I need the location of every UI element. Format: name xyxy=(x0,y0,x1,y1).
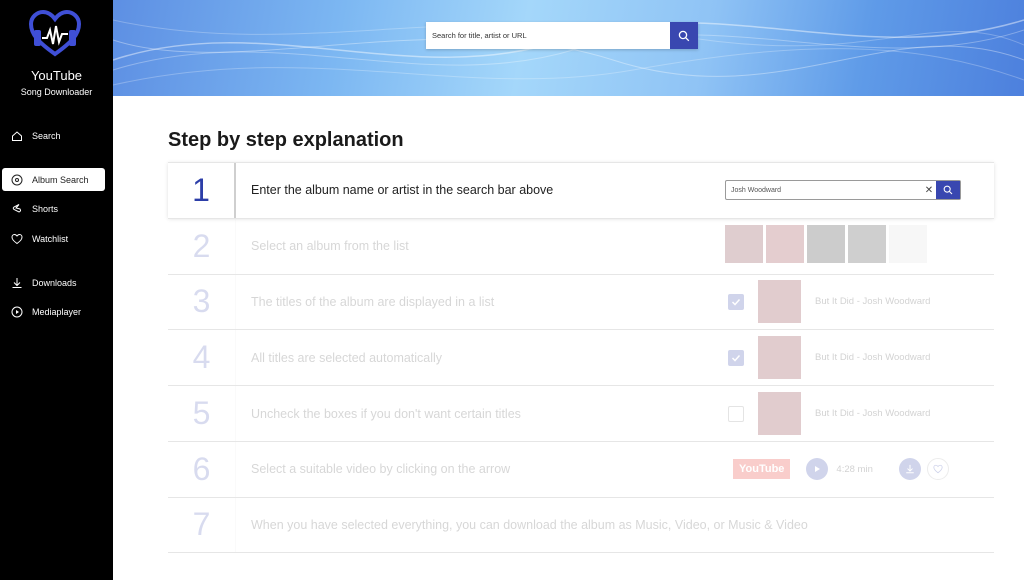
sidebar-item-album-search[interactable]: Album Search xyxy=(2,168,105,191)
sidebar-item-label: Mediaplayer xyxy=(32,306,82,317)
disc-icon xyxy=(11,174,23,186)
search-bar xyxy=(426,22,698,49)
album-thumbnail xyxy=(848,224,886,263)
step-row: 2 Select an album from the list xyxy=(168,217,994,274)
video-duration: 4:28 min xyxy=(836,463,873,475)
example-track-row: But It Did - Josh Woodward xyxy=(728,330,930,385)
step-text: All titles are selected automatically xyxy=(251,350,443,365)
track-title: But It Did - Josh Woodward xyxy=(815,352,931,364)
example-album-list xyxy=(725,224,927,280)
step-row: 7 When you have selected everything, you… xyxy=(168,496,994,553)
track-title: But It Did - Josh Woodward xyxy=(815,408,931,420)
heart-icon xyxy=(11,233,23,245)
sidebar-item-label: Album Search xyxy=(32,174,89,185)
step-number: 1 xyxy=(168,163,236,218)
sidebar-item-search[interactable]: Search xyxy=(2,124,105,147)
example-search-button xyxy=(936,181,960,199)
heart-icon xyxy=(926,458,949,481)
sidebar-item-label: Shorts xyxy=(32,203,59,214)
sidebar-item-downloads[interactable]: Downloads xyxy=(2,271,105,294)
checkbox-unchecked xyxy=(728,405,744,422)
search-icon xyxy=(943,185,953,195)
example-track-row: But It Did - Josh Woodward xyxy=(728,275,930,330)
shorts-icon xyxy=(11,203,23,215)
step-text: Select an album from the list xyxy=(251,239,409,254)
step-text: Enter the album name or artist in the se… xyxy=(251,183,554,198)
search-input[interactable] xyxy=(426,22,670,49)
step-number: 4 xyxy=(168,330,236,386)
app-window: YouTube Song Downloader Search Album Sea… xyxy=(0,0,1024,580)
step-text: Uncheck the boxes if you don't want cert… xyxy=(251,406,521,421)
album-thumbnail xyxy=(766,224,804,263)
step-row: 1 Enter the album name or artist in the … xyxy=(168,162,994,218)
track-cover xyxy=(758,336,801,380)
sidebar-item-label: Downloads xyxy=(32,277,77,288)
step-number: 2 xyxy=(168,218,236,274)
album-thumbnail xyxy=(725,224,763,263)
sidebar-item-shorts[interactable]: Shorts xyxy=(2,197,105,220)
step-number: 6 xyxy=(168,441,236,497)
home-icon xyxy=(11,130,23,142)
steps-list: 1 Enter the album name or artist in the … xyxy=(168,162,994,553)
app-subtitle: Song Downloader xyxy=(20,87,93,97)
sidebar-item-watchlist[interactable]: Watchlist xyxy=(2,227,105,250)
example-track-row: But It Did - Josh Woodward xyxy=(728,386,930,441)
download-icon xyxy=(898,458,921,481)
app-logo xyxy=(28,9,82,58)
app-title: YouTube xyxy=(30,68,83,83)
example-search-value: Josh Woodward xyxy=(731,186,782,194)
step-number: 5 xyxy=(168,386,236,441)
track-title: But It Did - Josh Woodward xyxy=(815,296,931,308)
sidebar: YouTube Song Downloader Search Album Sea… xyxy=(0,0,113,580)
check-icon xyxy=(731,298,741,306)
youtube-badge: YouTube xyxy=(733,459,791,480)
step-row: 5 Uncheck the boxes if you don't want ce… xyxy=(168,385,994,441)
header-banner xyxy=(113,0,1024,96)
step-row: 4 All titles are selected automatically … xyxy=(168,329,994,386)
step-text: Select a suitable video by clicking on t… xyxy=(251,462,511,477)
clear-icon: ✕ xyxy=(924,184,934,196)
search-icon xyxy=(678,30,690,41)
step-text: When you have selected everything, you c… xyxy=(251,517,808,532)
example-search-bar: Josh Woodward ✕ xyxy=(725,180,961,200)
track-cover xyxy=(758,392,801,436)
page-title: Step by step explanation xyxy=(168,129,404,151)
example-video-row: YouTube 4:28 min xyxy=(733,442,949,497)
step-number: 3 xyxy=(168,274,236,330)
check-icon xyxy=(731,354,741,362)
track-cover xyxy=(758,280,801,324)
step-row: 6 Select a suitable video by clicking on… xyxy=(168,440,994,497)
sidebar-item-label: Watchlist xyxy=(32,233,69,244)
step-number: 7 xyxy=(168,497,236,552)
play-circle-icon xyxy=(11,306,23,318)
checkbox-checked xyxy=(728,349,744,366)
play-icon xyxy=(806,458,829,481)
album-thumbnail xyxy=(889,224,927,263)
step-text: The titles of the album are displayed in… xyxy=(251,294,495,309)
sidebar-item-label: Search xyxy=(32,130,61,141)
album-thumbnail xyxy=(807,224,845,263)
checkbox-checked xyxy=(728,293,744,310)
search-button[interactable] xyxy=(670,22,698,49)
step-row: 3 The titles of the album are displayed … xyxy=(168,273,994,330)
download-icon xyxy=(11,277,23,289)
sidebar-item-mediaplayer[interactable]: Mediaplayer xyxy=(2,300,105,323)
